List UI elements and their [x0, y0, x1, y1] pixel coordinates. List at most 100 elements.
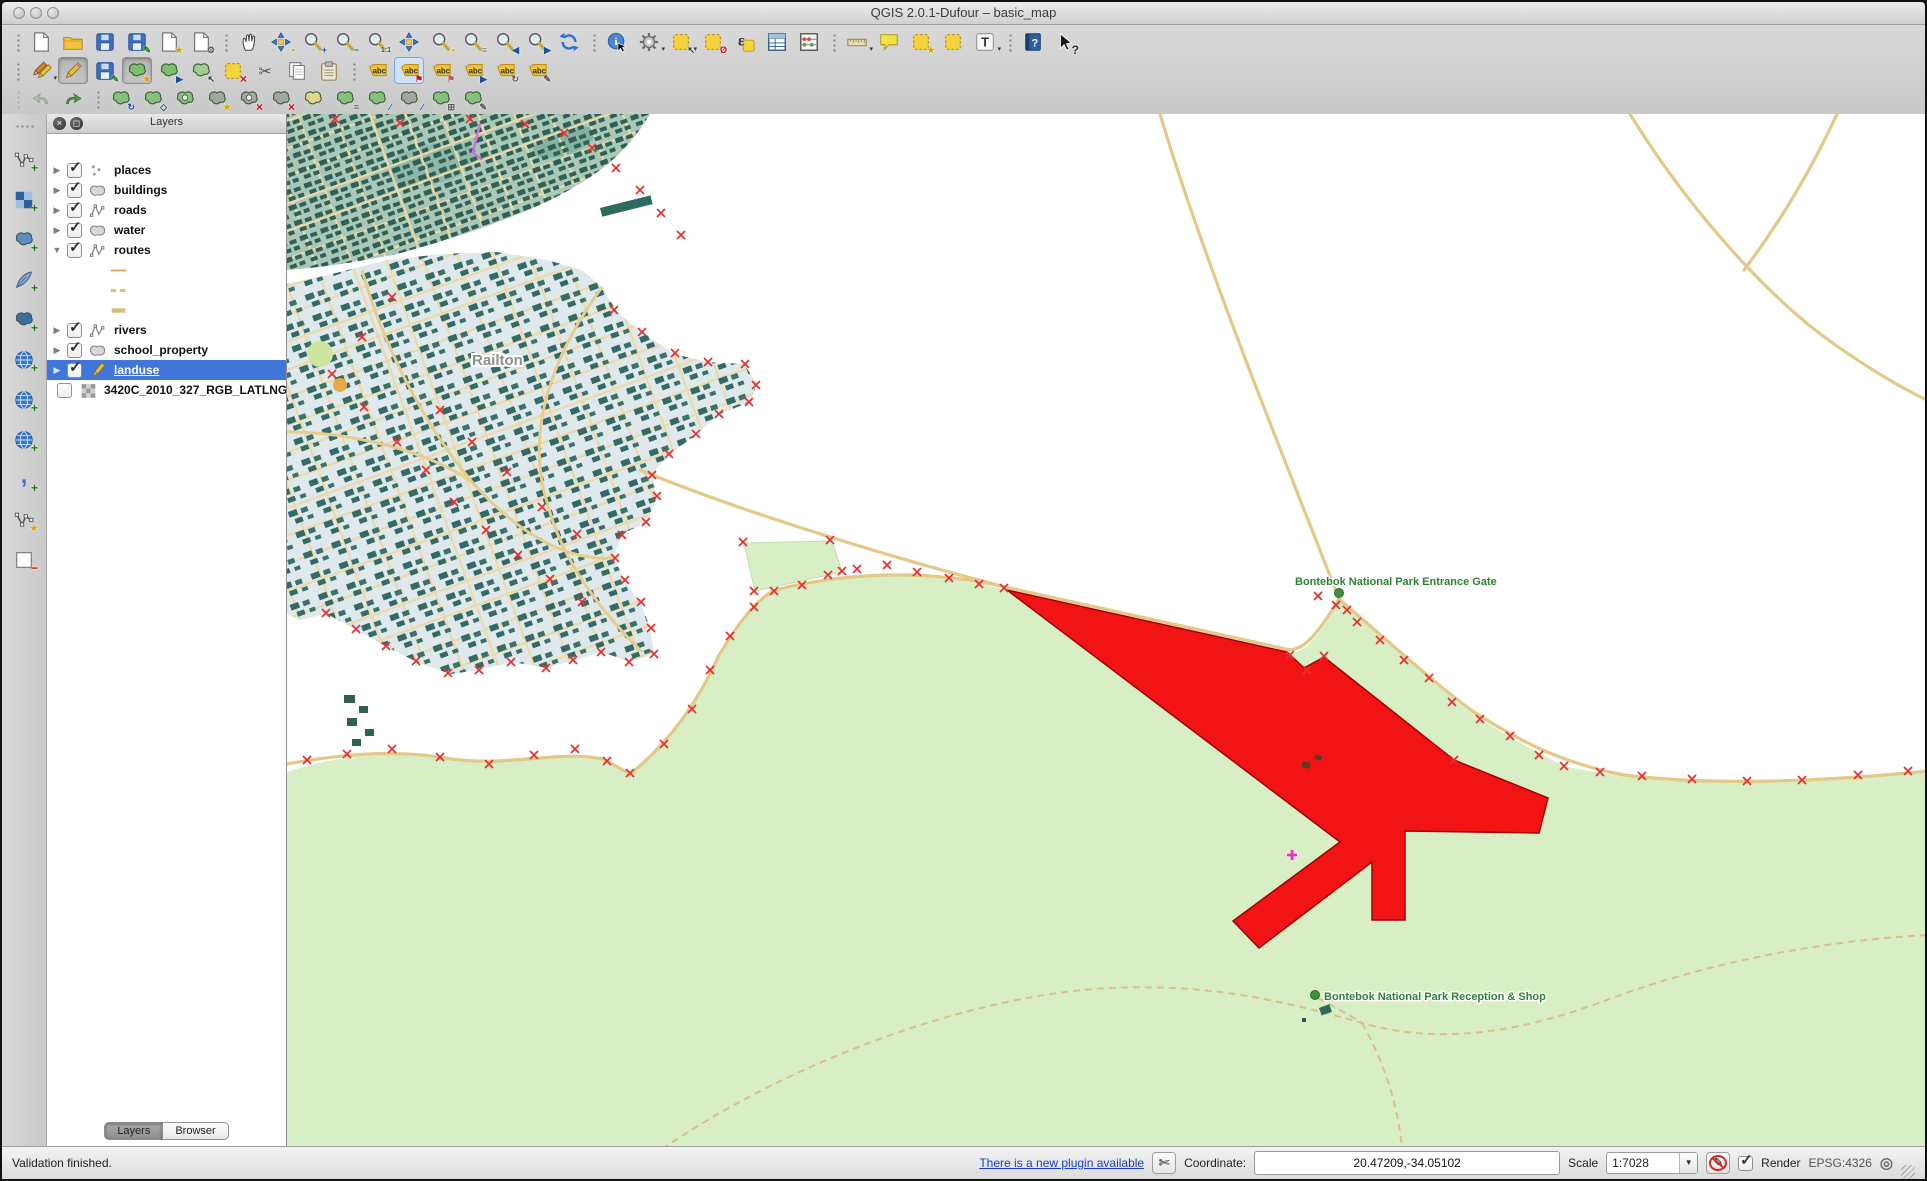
rotate-feature-button[interactable]: ↻	[106, 85, 136, 112]
attribute-table-button[interactable]	[762, 28, 792, 55]
expander-icon[interactable]: ▶	[52, 205, 62, 216]
layer-item-places[interactable]: ▶ places	[47, 160, 286, 180]
remove-layer-button[interactable]: −	[9, 546, 39, 573]
layer-item-buildings[interactable]: ▶ buildings	[47, 180, 286, 200]
map-tips-button[interactable]	[874, 28, 904, 55]
offset-curve-button[interactable]: ≡	[330, 85, 360, 112]
new-shapefile-layer-button[interactable]: ★	[9, 506, 39, 533]
expander-icon[interactable]: ▶	[52, 345, 62, 356]
expander-icon[interactable]: ▶	[52, 325, 62, 336]
delete-selected-button[interactable]: ×	[218, 57, 248, 84]
highlight-pinned-labels-button[interactable]: ⚑	[394, 57, 424, 84]
title-bar[interactable]: QGIS 2.0.1-Dufour – basic_map	[2, 2, 1925, 25]
layer-item-roads[interactable]: ▶ roads	[47, 200, 286, 220]
add-spatialite-layer-button[interactable]: +	[9, 266, 39, 293]
map-canvas[interactable]: Railton Bontebok National Park Entrance …	[287, 114, 1925, 1146]
save-project-button[interactable]	[90, 28, 120, 55]
layer-visibility-checkbox[interactable]	[67, 223, 82, 238]
deselect-features-button[interactable]: Ø	[698, 28, 728, 55]
stop-render-button[interactable]: ✎	[1706, 1152, 1730, 1174]
merge-attributes-button[interactable]: ✎	[458, 85, 488, 112]
zoom-out-button[interactable]: −	[330, 28, 360, 55]
layer-visibility-checkbox[interactable]	[67, 183, 82, 198]
run-feature-action-button[interactable]: ▾	[634, 28, 664, 55]
select-features-button[interactable]: ↖ ▾	[666, 28, 696, 55]
redo-button[interactable]	[58, 85, 88, 112]
copy-features-button[interactable]	[282, 57, 312, 84]
save-project-as-button[interactable]: ✎	[122, 28, 152, 55]
expander-icon[interactable]: ▶	[52, 365, 62, 376]
zoom-next-button[interactable]: ▶	[522, 28, 552, 55]
add-wcs-layer-button[interactable]: +	[9, 386, 39, 413]
refresh-button[interactable]	[554, 28, 584, 55]
text-annotation-button[interactable]: ▾	[970, 28, 1000, 55]
tab-layers[interactable]: Layers	[104, 1122, 163, 1140]
routes-symbol-swatch-1[interactable]	[47, 260, 286, 280]
zoom-to-selection-button[interactable]: ▪	[426, 28, 456, 55]
field-calculator-button[interactable]	[794, 28, 824, 55]
identify-features-button[interactable]	[602, 28, 632, 55]
current-edits-button[interactable]: ▾	[26, 57, 56, 84]
scale-dropdown-icon[interactable]: ▼	[1679, 1153, 1697, 1173]
scale-combo[interactable]: 1:7028 ▼	[1606, 1152, 1698, 1174]
new-bookmark-button[interactable]: ★	[906, 28, 936, 55]
layer-visibility-checkbox[interactable]	[67, 163, 82, 178]
pin-unpin-labels-button[interactable]: ⚑	[426, 57, 456, 84]
add-mssql-layer-button[interactable]: +	[9, 306, 39, 333]
composer-manager-button[interactable]: ⚙	[186, 28, 216, 55]
select-by-expression-button[interactable]	[730, 28, 760, 55]
add-ring-button[interactable]	[170, 85, 200, 112]
help-button[interactable]	[1018, 28, 1048, 55]
expander-icon[interactable]: ▼	[52, 245, 62, 255]
expander-icon[interactable]: ▶	[52, 225, 62, 236]
layer-item-routes[interactable]: ▼ routes	[47, 240, 286, 260]
rotate-label-button[interactable]: ↻	[490, 57, 520, 84]
routes-symbol-swatch-3[interactable]	[47, 300, 286, 320]
zoom-last-button[interactable]: ◀	[490, 28, 520, 55]
new-plugin-link[interactable]: There is a new plugin available	[979, 1156, 1144, 1170]
add-part-button[interactable]: ★	[202, 85, 232, 112]
add-wms-layer-button[interactable]: +	[9, 346, 39, 373]
split-features-button[interactable]: ∕	[362, 85, 392, 112]
crs-status-icon[interactable]: ◎	[1880, 1154, 1893, 1172]
paste-features-button[interactable]	[314, 57, 344, 84]
add-raster-layer-button[interactable]: +	[9, 186, 39, 213]
new-print-composer-button[interactable]: ★	[154, 28, 184, 55]
simplify-feature-button[interactable]: ◇	[138, 85, 168, 112]
expander-icon[interactable]: ▶	[52, 185, 62, 196]
layer-item-landuse[interactable]: ▶ landuse	[47, 360, 286, 380]
zoom-in-button[interactable]: +	[298, 28, 328, 55]
plugin-icon[interactable]: ✄	[1152, 1152, 1176, 1174]
add-feature-button[interactable]: ★	[122, 57, 152, 84]
measure-button[interactable]: ▾	[842, 28, 872, 55]
node-tool-button[interactable]: ↖	[186, 57, 216, 84]
save-layer-edits-button[interactable]: ✎	[90, 57, 120, 84]
whats-this-button[interactable]: ?	[1050, 28, 1080, 55]
add-vector-layer-button[interactable]: +	[9, 146, 39, 173]
layer-visibility-checkbox[interactable]	[67, 243, 82, 258]
expander-icon[interactable]: ▶	[52, 165, 62, 176]
show-bookmarks-button[interactable]	[938, 28, 968, 55]
reshape-features-button[interactable]	[298, 85, 328, 112]
change-label-button[interactable]: ✎	[522, 57, 552, 84]
zoom-native-button[interactable]: 1:1	[362, 28, 392, 55]
add-postgis-layer-button[interactable]: +	[9, 226, 39, 253]
render-checkbox[interactable]	[1738, 1156, 1753, 1171]
zoom-full-button[interactable]	[394, 28, 424, 55]
window-resize-grip[interactable]	[1901, 1165, 1915, 1179]
layer-visibility-checkbox[interactable]	[57, 383, 72, 398]
split-parts-button[interactable]: ∕	[394, 85, 424, 112]
routes-symbol-swatch-2[interactable]	[47, 280, 286, 300]
labeling-options-button[interactable]	[362, 57, 392, 84]
move-feature-button[interactable]: ▶	[154, 57, 184, 84]
move-label-button[interactable]: ▶	[458, 57, 488, 84]
layer-item-water[interactable]: ▶ water	[47, 220, 286, 240]
pan-to-selection-button[interactable]: ▪	[266, 28, 296, 55]
new-project-button[interactable]	[26, 28, 56, 55]
undo-button[interactable]	[26, 85, 56, 112]
pan-map-button[interactable]	[234, 28, 264, 55]
add-delimited-text-layer-button[interactable]: +	[9, 466, 39, 493]
delete-part-button[interactable]: ×	[266, 85, 296, 112]
layer-item-raster[interactable]: 3420C_2010_327_RGB_LATLNG	[47, 380, 286, 400]
layer-item-school-property[interactable]: ▶ school_property	[47, 340, 286, 360]
